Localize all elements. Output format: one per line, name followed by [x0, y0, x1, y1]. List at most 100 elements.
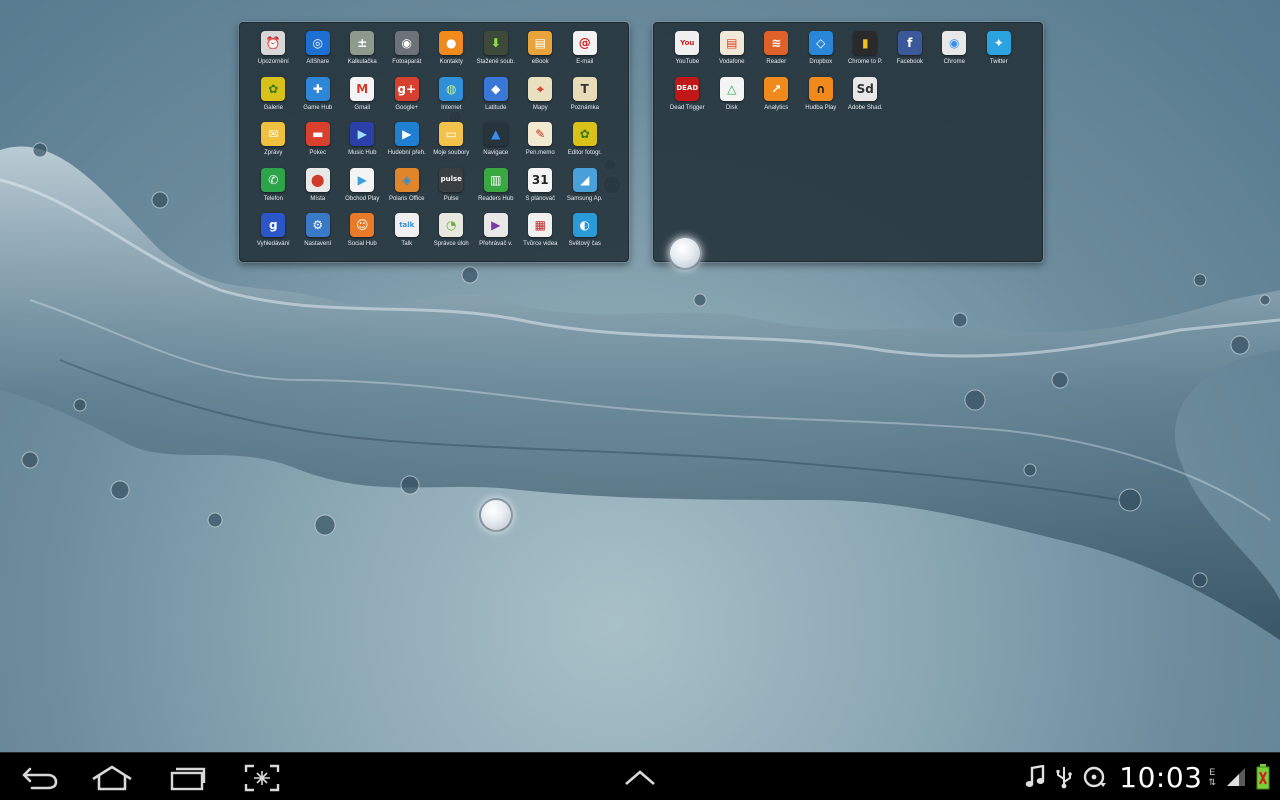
app-shortcut[interactable]: ▮ Chrome to P.: [843, 31, 888, 77]
app-shortcut[interactable]: ◢ Samsung Ap.: [563, 167, 608, 214]
phone-icon: ✆: [261, 167, 286, 192]
social-hub-icon: ☺: [350, 213, 375, 237]
app-shortcut[interactable]: ⚙ Nastavení: [296, 213, 341, 259]
recent-apps-button[interactable]: [166, 761, 210, 795]
chevron-up-icon: [625, 770, 655, 785]
app-shortcut[interactable]: ▦ Tvůrce videa: [518, 213, 563, 259]
app-shortcut[interactable]: ⬇ Stažené soub.: [474, 31, 519, 77]
app-shortcut[interactable]: M Gmail: [340, 76, 385, 123]
app-label: Pen.memo: [525, 150, 555, 156]
app-shortcut[interactable]: pulse Pulse: [429, 167, 474, 214]
app-label: Gmail: [354, 104, 371, 111]
page-indicator-dot[interactable]: [479, 498, 513, 532]
alarm-clock-icon: ⏰: [261, 31, 286, 55]
app-shortcut[interactable]: ⏰ Upozornění: [251, 31, 296, 77]
back-button[interactable]: [18, 761, 62, 795]
app-label: Navigace: [483, 150, 509, 156]
app-shortcut[interactable]: ▶ Hudební přeh.: [385, 122, 430, 168]
app-shortcut[interactable]: g Vyhledávání: [251, 213, 296, 259]
app-shortcut[interactable]: ◈ Polaris Office: [385, 167, 430, 214]
app-shortcut[interactable]: ✿ Editor fotogr.: [563, 122, 608, 168]
twitter-bird-icon: ✦: [986, 31, 1011, 55]
adobe-shadow-icon: Sd: [853, 76, 878, 101]
app-shortcut[interactable]: DEAD Dead Trigger: [665, 76, 710, 123]
app-shortcut[interactable]: ✆ Telefon: [251, 167, 296, 214]
app-label: Obchod Play: [345, 195, 380, 202]
app-grid: You YouTube ▤ Vodafone ≋ Reader ◇ Dropbox ▮ Chrom…: [665, 31, 1021, 122]
app-shortcut[interactable]: ✿ Galerie: [251, 76, 296, 123]
app-shortcut[interactable]: ◉ Fotoaparát: [385, 31, 430, 77]
app-shortcut[interactable]: ◇ Dropbox: [799, 31, 844, 77]
app-shortcut[interactable]: ☺ Social Hub: [340, 213, 385, 259]
app-shortcut[interactable]: ▤ Vodafone: [710, 31, 755, 77]
screenshot-button[interactable]: [240, 761, 284, 795]
gmail-icon: M: [350, 76, 375, 101]
ebook-icon: ▤: [528, 31, 553, 55]
app-shortcut[interactable]: ✉ Zprávy: [251, 122, 296, 168]
app-label: Polaris Office: [388, 195, 425, 202]
navigation-icon: ▲: [483, 122, 508, 146]
app-shortcut[interactable]: g+ Google+: [385, 76, 430, 123]
app-shortcut[interactable]: ↗ Analytics: [754, 76, 799, 123]
globe-icon: ◍: [439, 76, 464, 101]
app-shortcut[interactable]: ▥ Readers Hub: [474, 167, 519, 214]
app-shortcut[interactable]: ◎ AllShare: [296, 31, 341, 77]
app-label: Fotoaparát: [392, 59, 422, 65]
app-shortcut[interactable]: ◆ Latitude: [474, 76, 519, 123]
app-shortcut[interactable]: ◔ Správce úloh: [429, 213, 474, 259]
app-label: Světový čas: [568, 241, 601, 247]
app-label: Pulse: [443, 195, 459, 202]
music-hub-icon: ▶: [350, 122, 375, 146]
app-shortcut[interactable]: You YouTube: [665, 31, 710, 77]
app-shortcut[interactable]: ✦ Twitter: [977, 31, 1022, 77]
app-shortcut[interactable]: T Poznámka: [563, 76, 608, 123]
app-shortcut[interactable]: ▬ Pokec: [296, 122, 341, 168]
latitude-icon: ◆: [483, 76, 508, 101]
app-shortcut[interactable]: ▤ eBook: [518, 31, 563, 77]
app-shortcut[interactable]: ◍ Internet: [429, 76, 474, 123]
app-shortcut[interactable]: ⬤ Místa: [296, 167, 341, 214]
calendar-icon: 31: [528, 167, 553, 192]
chrome-to-phone-icon: ▮: [853, 31, 878, 55]
app-shortcut[interactable]: △ Disk: [710, 76, 755, 123]
app-shortcut[interactable]: ● Kontakty: [429, 31, 474, 77]
google-plus-icon: g+: [394, 76, 419, 101]
app-label: Nastavení: [304, 241, 332, 247]
app-shortcut[interactable]: ∩ Hudba Play: [799, 76, 844, 123]
app-shortcut[interactable]: 31 S plánovač: [518, 167, 563, 214]
sync-disc-icon: [1083, 765, 1107, 789]
app-shortcut[interactable]: ◉ Chrome: [932, 31, 977, 77]
app-shortcut[interactable]: ▭ Moje soubory: [429, 122, 474, 168]
app-label: Readers Hub: [478, 195, 514, 202]
page-indicator-dot[interactable]: [668, 236, 702, 270]
calculator-icon: ±: [350, 31, 375, 55]
app-label: Telefon: [263, 195, 283, 202]
app-drawer-up-button[interactable]: [618, 761, 662, 795]
photo-editor-icon: ✿: [572, 122, 597, 146]
app-shortcut[interactable]: ▶ Obchod Play: [340, 167, 385, 214]
music-note-icon: [1025, 765, 1045, 789]
app-shortcut[interactable]: talk Talk: [385, 213, 430, 259]
app-shortcut[interactable]: @ E-mail: [563, 31, 608, 77]
app-shortcut[interactable]: ▶ Music Hub: [340, 122, 385, 168]
app-shortcut[interactable]: ≋ Reader: [754, 31, 799, 77]
dropbox-icon: ◇: [808, 31, 833, 55]
talk-icon: talk: [394, 213, 419, 237]
status-area[interactable]: 10:03 E ⇅: [1015, 757, 1270, 797]
app-shortcut[interactable]: ⌖ Mapy: [518, 76, 563, 123]
app-label: Twitter: [989, 59, 1008, 65]
app-shortcut[interactable]: Sd Adobe Shad.: [843, 76, 888, 123]
app-shortcut[interactable]: ▲ Navigace: [474, 122, 519, 168]
app-label: Adobe Shad.: [847, 104, 883, 111]
app-shortcut[interactable]: ± Kalkulačka: [340, 31, 385, 77]
app-shortcut[interactable]: ▶ Přehrávač v.: [474, 213, 519, 259]
dead-trigger-icon: DEAD: [675, 76, 700, 101]
app-shortcut[interactable]: ✎ Pen.memo: [518, 122, 563, 168]
app-shortcut[interactable]: ✚ Game Hub: [296, 76, 341, 123]
app-label: Facebook: [896, 59, 923, 65]
app-label: Google+: [395, 104, 419, 111]
app-shortcut[interactable]: ◐ Světový čas: [563, 213, 608, 259]
home-button[interactable]: [88, 761, 136, 795]
app-label: Talk: [401, 241, 413, 247]
app-shortcut[interactable]: f Facebook: [888, 31, 933, 77]
